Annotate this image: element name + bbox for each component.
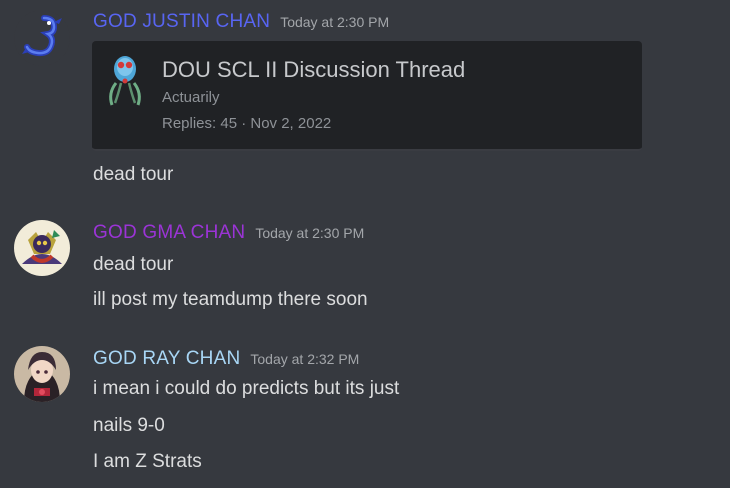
timestamp: Today at 2:30 PM (255, 225, 365, 241)
message-line: nails 9-0 (93, 415, 165, 436)
username[interactable]: GOD GMA CHAN (93, 222, 245, 243)
message-line: I am Z Strats (93, 451, 202, 472)
message-line: dead tour (93, 254, 174, 275)
creature-avatar-icon (14, 220, 70, 276)
message-header: GOD GMA CHAN Today at 2:30 PM (93, 222, 364, 244)
timestamp: Today at 2:32 PM (250, 351, 360, 367)
anime-character-avatar-icon (14, 346, 70, 402)
tentacool-icon (102, 53, 148, 111)
username[interactable]: GOD RAY CHAN (93, 348, 240, 369)
avatar[interactable] (14, 346, 70, 402)
message-line: dead tour (93, 164, 174, 185)
message-group-2: GOD GMA CHAN Today at 2:30 PM dead tour i… (0, 212, 730, 322)
message-header: GOD RAY CHAN Today at 2:32 PM (93, 348, 359, 370)
avatar[interactable] (14, 220, 70, 276)
username[interactable]: GOD JUSTIN CHAN (93, 11, 270, 32)
embed-title[interactable]: DOU SCL II Discussion Thread (162, 57, 465, 83)
message-line: ill post my teamdump there soon (93, 289, 368, 310)
message-group-1: GOD JUSTIN CHAN Today at 2:30 PM DOU SCL … (0, 0, 730, 200)
embed-meta: Replies: 45 · Nov 2, 2022 (162, 115, 332, 132)
message-group-3: GOD RAY CHAN Today at 2:32 PM i mean i co… (0, 338, 730, 488)
embed-author: Actuarily (162, 89, 220, 106)
thread-embed[interactable]: DOU SCL II Discussion Thread Actuarily R… (92, 41, 642, 151)
timestamp: Today at 2:30 PM (280, 14, 390, 30)
message-line: i mean i could do predicts but its just (93, 378, 400, 399)
blue-dragon-avatar-icon (14, 10, 70, 66)
avatar[interactable] (14, 10, 70, 66)
message-header: GOD JUSTIN CHAN Today at 2:30 PM (93, 11, 389, 33)
